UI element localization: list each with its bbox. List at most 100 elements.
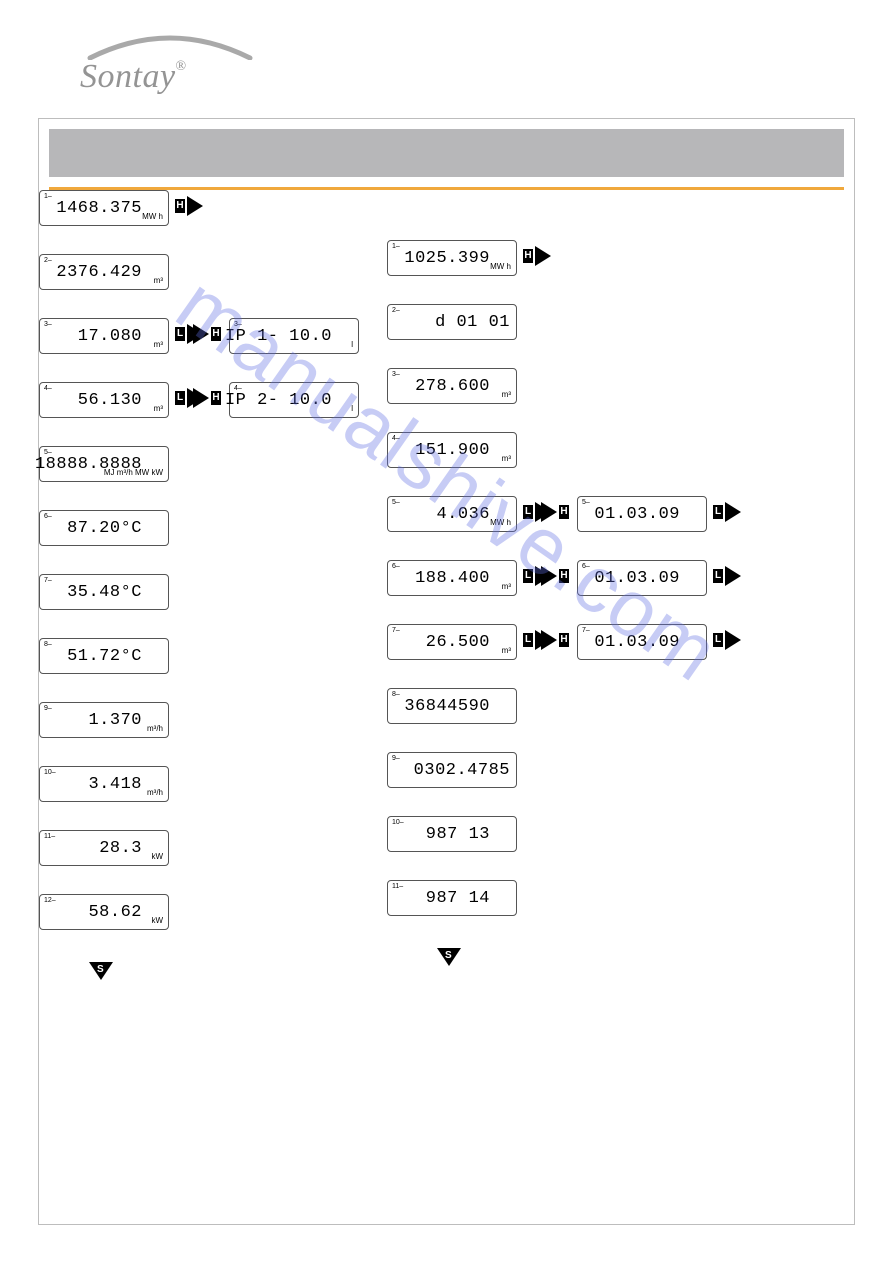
lcd-value: 36844590	[404, 697, 490, 716]
arrow-right-icon	[725, 502, 741, 522]
lcd-value: 58.62	[88, 903, 142, 922]
logo-arc-icon	[80, 30, 260, 60]
low-mark-icon: L	[713, 569, 723, 583]
arrow-down-icon: S	[437, 948, 461, 966]
display-cell: 10–3.418m³/h	[39, 766, 169, 802]
arrow-right-icon	[187, 196, 203, 216]
low-mark-icon: L	[713, 505, 723, 519]
end-marker: S	[89, 962, 113, 980]
brand-name-text: Sontay	[80, 58, 176, 95]
mark-group: H	[523, 246, 551, 266]
lcd-display: 8– 51.72°C	[39, 638, 169, 674]
lcd-unit: m³	[502, 455, 511, 463]
lcd-value: 51.72°C	[67, 647, 142, 666]
display-cell: 3–278.600m³	[387, 368, 517, 404]
lcd-unit: m³	[154, 405, 163, 413]
display-cell: 2– d 01 01	[387, 304, 517, 340]
arrow-right-icon	[193, 324, 209, 344]
lcd-value: IP 1- 10.0	[225, 327, 332, 346]
lcd-index: 2–	[392, 307, 400, 314]
lcd-value: 87.20°C	[67, 519, 142, 538]
display-cell: 8–36844590	[387, 688, 517, 724]
lcd-index: 7–	[44, 577, 52, 584]
lcd-display: 5– 4.036MW h	[387, 496, 517, 532]
brand-logo: Sontay®	[80, 30, 260, 94]
high-mark-icon: H	[523, 249, 533, 263]
lcd-value: 01.03.09	[594, 505, 680, 524]
lcd-index: 10–	[44, 769, 56, 776]
lcd-display: 1–1468.375MW h	[39, 190, 169, 226]
lcd-unit: l	[351, 405, 353, 413]
low-mark-icon: L	[523, 633, 533, 647]
lcd-unit: MW h	[490, 263, 511, 271]
lcd-index: 8–	[44, 641, 52, 648]
lcd-index: 3–	[392, 371, 400, 378]
lcd-display: 7–35.48°C	[39, 574, 169, 610]
lcd-value: d 01 01	[435, 313, 510, 332]
mark-group: H	[541, 502, 569, 522]
lcd-display: 4–56.130m³	[39, 382, 169, 418]
lcd-unit: m³	[502, 391, 511, 399]
arrow-right-icon	[193, 388, 209, 408]
lcd-value: 17.080	[78, 327, 142, 346]
lcd-value: 987 13	[426, 825, 490, 844]
lcd-index: 4–	[44, 385, 52, 392]
mark-group: L	[713, 630, 741, 650]
lcd-value: 151.900	[415, 441, 490, 460]
arrow-right-icon	[541, 630, 557, 650]
lcd-value: 2376.429	[56, 263, 142, 282]
lcd-unit: MW h	[490, 519, 511, 527]
low-mark-icon: L	[523, 505, 533, 519]
lcd-index: 1–	[392, 243, 400, 250]
lcd-value: 26.500	[426, 633, 490, 652]
lcd-unit: m³	[502, 647, 511, 655]
lcd-display: 12– 58.62 kW	[39, 894, 169, 930]
lcd-index: 2–	[44, 257, 52, 264]
display-cell: 12– 58.62 kW	[39, 894, 169, 930]
lcd-display: 6–87.20°C	[39, 510, 169, 546]
lcd-value: 01.03.09	[594, 569, 680, 588]
lcd-display: 11–987 14	[387, 880, 517, 916]
header-bar	[49, 129, 844, 177]
lcd-display: 10–987 13	[387, 816, 517, 852]
mark-group: H	[541, 566, 569, 586]
lcd-value: 4.036	[436, 505, 490, 524]
mark-group: L	[713, 502, 741, 522]
lcd-unit: kW	[151, 917, 163, 925]
display-cell: 9–1.370m³/h	[39, 702, 169, 738]
display-cell: 6–188.400m³L	[387, 560, 517, 596]
display-cell-side: 5–01.03.09HL	[577, 496, 707, 532]
lcd-display: 7–26.500m³	[387, 624, 517, 660]
high-mark-icon: H	[559, 569, 569, 583]
display-cell: 5–4.036MW hL	[387, 496, 517, 532]
lcd-index: 4–	[392, 435, 400, 442]
display-cell: 5–18888.8888MJ m³/h MW kW	[39, 446, 169, 482]
lcd-index: 6–	[582, 563, 590, 570]
lcd-index: 5–	[392, 499, 400, 506]
lcd-value: 28.3	[99, 839, 142, 858]
lcd-index: 11–	[44, 833, 55, 840]
lcd-value: 01.03.09	[594, 633, 680, 652]
display-cell: 1–1468.375MW hH	[39, 190, 169, 226]
lcd-unit: m³/h	[147, 789, 163, 797]
low-mark-icon: L	[713, 633, 723, 647]
lcd-display: 3–278.600m³	[387, 368, 517, 404]
arrow-right-icon	[725, 566, 741, 586]
lcd-unit: m³	[154, 341, 163, 349]
lcd-display: 8–36844590	[387, 688, 517, 724]
lcd-value: 1468.375	[56, 199, 142, 218]
lcd-index: 6–	[392, 563, 400, 570]
display-cell-side: 4–IP 2- 10.0lH	[229, 382, 359, 418]
lcd-index: 3–	[44, 321, 52, 328]
high-mark-icon: H	[559, 633, 569, 647]
brand-registered: ®	[176, 59, 187, 74]
lcd-unit: m³	[502, 583, 511, 591]
lcd-index: 12–	[44, 897, 56, 904]
high-mark-icon: H	[211, 391, 221, 405]
display-cell: 10–987 13	[387, 816, 517, 852]
lcd-display: 5–01.03.09	[577, 496, 707, 532]
display-cell: 11–28.3kW	[39, 830, 169, 866]
lcd-display: 9–0302.4785	[387, 752, 517, 788]
lcd-display: 3–IP 1- 10.0l	[229, 318, 359, 354]
lcd-index: 1–	[44, 193, 52, 200]
